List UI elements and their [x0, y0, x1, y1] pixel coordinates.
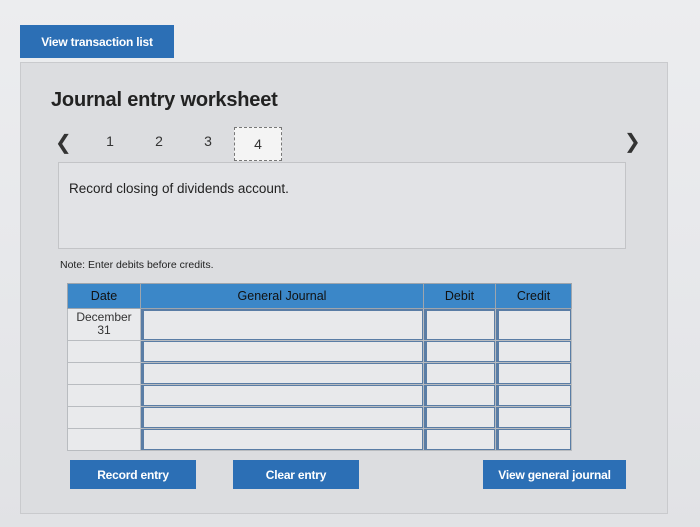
journal-account-cell[interactable] [140, 340, 424, 363]
credit-cell[interactable] [495, 362, 572, 385]
worksheet-title: Journal entry worksheet [51, 89, 278, 111]
date-cell: December 31 [67, 308, 141, 341]
clear-entry-button[interactable]: Clear entry [233, 460, 359, 489]
view-transaction-list-button[interactable]: View transaction list [20, 25, 174, 58]
journal-account-cell[interactable] [140, 406, 424, 429]
date-cell [67, 362, 141, 385]
account-input[interactable] [141, 429, 423, 450]
credit-cell[interactable] [495, 428, 572, 451]
credit-input[interactable] [496, 341, 571, 362]
table-header-row: Date General Journal Debit Credit [67, 283, 572, 309]
credit-column-header: Credit [495, 283, 572, 309]
journal-account-cell[interactable] [140, 308, 424, 341]
debit-cell[interactable] [423, 362, 496, 385]
debit-cell[interactable] [423, 384, 496, 407]
credit-cell[interactable] [495, 340, 572, 363]
page-4-link-active[interactable]: 4 [234, 127, 282, 161]
view-general-journal-button[interactable]: View general journal [483, 460, 626, 489]
debit-input[interactable] [424, 385, 495, 406]
table-row [67, 384, 572, 407]
date-cell [67, 428, 141, 451]
credit-input[interactable] [496, 407, 571, 428]
debit-cell[interactable] [423, 428, 496, 451]
table-row [67, 428, 572, 451]
account-input[interactable] [141, 309, 423, 340]
worksheet-pagination: ❮ 1 2 3 4 ❯ [21, 121, 669, 165]
debit-input[interactable] [424, 407, 495, 428]
date-cell [67, 406, 141, 429]
journal-account-cell[interactable] [140, 428, 424, 451]
debit-cell[interactable] [423, 406, 496, 429]
credit-cell[interactable] [495, 308, 572, 341]
page-3-link[interactable]: 3 [198, 133, 218, 149]
account-input[interactable] [141, 407, 423, 428]
debit-input[interactable] [424, 309, 495, 340]
transaction-description: Record closing of dividends account. [69, 181, 289, 196]
debit-input[interactable] [424, 363, 495, 384]
account-input[interactable] [141, 385, 423, 406]
table-row [67, 406, 572, 429]
journal-entry-worksheet-panel: Journal entry worksheet ❮ 1 2 3 4 ❯ Reco… [20, 62, 668, 514]
credit-input[interactable] [496, 309, 571, 340]
table-row: December 31 [67, 308, 572, 341]
debit-input[interactable] [424, 341, 495, 362]
debit-input[interactable] [424, 429, 495, 450]
table-row [67, 340, 572, 363]
page-1-link[interactable]: 1 [100, 133, 120, 149]
date-column-header: Date [67, 283, 141, 309]
account-input[interactable] [141, 341, 423, 362]
debit-column-header: Debit [423, 283, 496, 309]
date-day: 31 [97, 323, 111, 337]
journal-account-cell[interactable] [140, 362, 424, 385]
page-2-link[interactable]: 2 [149, 133, 169, 149]
chevron-right-icon[interactable]: ❯ [624, 129, 641, 153]
credit-input[interactable] [496, 385, 571, 406]
date-cell [67, 340, 141, 363]
journal-entry-table: Date General Journal Debit Credit Decemb… [67, 283, 572, 451]
debit-cell[interactable] [423, 308, 496, 341]
account-input[interactable] [141, 363, 423, 384]
transaction-description-box: Record closing of dividends account. [58, 162, 626, 249]
credit-input[interactable] [496, 363, 571, 384]
credit-cell[interactable] [495, 384, 572, 407]
record-entry-button[interactable]: Record entry [70, 460, 196, 489]
credit-input[interactable] [496, 429, 571, 450]
journal-account-cell[interactable] [140, 384, 424, 407]
debit-credit-note: Note: Enter debits before credits. [60, 259, 214, 271]
table-row [67, 362, 572, 385]
date-cell [67, 384, 141, 407]
credit-cell[interactable] [495, 406, 572, 429]
chevron-left-icon[interactable]: ❮ [55, 130, 72, 154]
general-journal-column-header: General Journal [140, 283, 424, 309]
debit-cell[interactable] [423, 340, 496, 363]
